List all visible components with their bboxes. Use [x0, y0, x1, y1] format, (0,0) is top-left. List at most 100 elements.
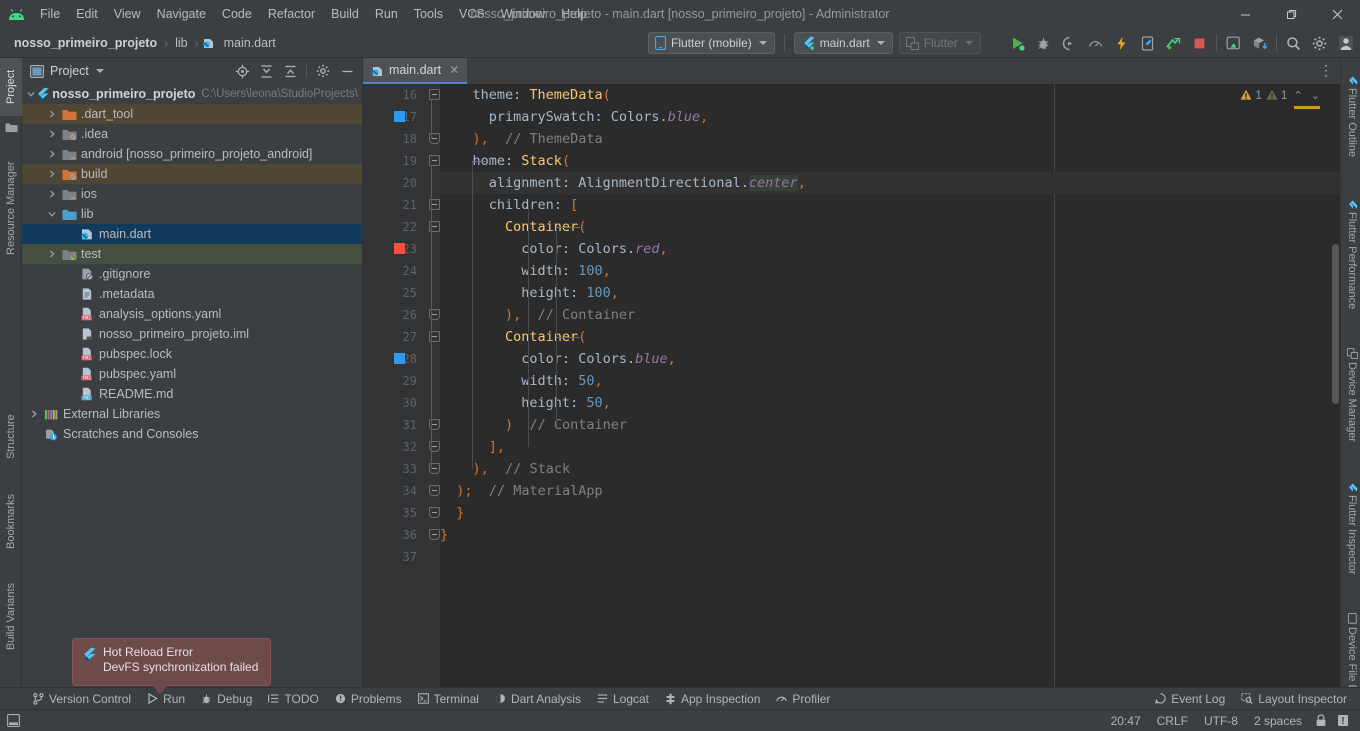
editor-options-icon[interactable]: ⋮ — [1319, 62, 1334, 79]
menu-file[interactable]: File — [32, 4, 68, 24]
tree-node[interactable]: nosso_primeiro_projeto.iml — [22, 324, 362, 344]
fold-gutter[interactable] — [423, 84, 440, 689]
device-preview-button[interactable] — [1221, 31, 1246, 55]
minimize-button[interactable] — [1222, 0, 1268, 28]
tree-node[interactable]: .idea — [22, 124, 362, 144]
tree-node[interactable]: main.dart — [22, 224, 362, 244]
chevron-right-icon[interactable] — [44, 184, 60, 204]
sidebar-item-device-manager[interactable]: Device Manager — [1341, 336, 1360, 454]
bottom-item-logcat[interactable]: Logcat — [590, 690, 656, 708]
sidebar-item-flutter-inspector[interactable]: Flutter Inspector — [1341, 462, 1360, 594]
menu-edit[interactable]: Edit — [68, 4, 106, 24]
open-devtools-button[interactable] — [1161, 31, 1186, 55]
warning-indicator[interactable]: 1 — [1240, 88, 1262, 102]
device-selector[interactable]: Flutter (mobile) — [648, 32, 775, 54]
bottom-item-app-inspection[interactable]: App Inspection — [658, 690, 767, 708]
sidebar-item-structure[interactable]: Structure — [0, 398, 22, 476]
tab-main-dart[interactable]: main.dart ✕ — [363, 58, 468, 84]
hot-restart-button[interactable] — [1135, 31, 1160, 55]
notification-icon[interactable] — [1332, 711, 1354, 731]
lock-icon[interactable] — [1310, 711, 1332, 731]
flutter-device-dropdown[interactable]: Flutter — [898, 32, 981, 54]
hot-reload-error-notification[interactable]: Hot Reload Error DevFS synchronization f… — [72, 638, 271, 686]
tree-node[interactable]: YML analysis_options.yaml — [22, 304, 362, 324]
tree-node[interactable]: lib — [22, 204, 362, 224]
sidebar-item-bookmarks[interactable]: Bookmarks — [0, 480, 22, 562]
panel-settings-icon[interactable] — [312, 60, 334, 82]
tree-node[interactable]: External Libraries — [22, 404, 362, 424]
bottom-item-debug[interactable]: Debug — [194, 690, 259, 708]
project-tree[interactable]: nosso_primeiro_projeto C:\Users\leona\Stu… — [22, 84, 362, 689]
menu-navigate[interactable]: Navigate — [149, 4, 214, 24]
close-button[interactable] — [1314, 0, 1360, 28]
tree-node[interactable]: .dart_tool — [22, 104, 362, 124]
bottom-item-layout-inspector[interactable]: Layout Inspector — [1234, 690, 1354, 708]
tree-node[interactable]: YML pubspec.lock — [22, 344, 362, 364]
maximize-button[interactable] — [1268, 0, 1314, 28]
settings-button[interactable] — [1307, 31, 1332, 55]
fold-marker[interactable] — [429, 155, 440, 166]
previous-problem-icon[interactable]: ⌃ — [1292, 89, 1305, 102]
tree-node[interactable]: .gitignore — [22, 264, 362, 284]
tree-node[interactable]: android [nosso_primeiro_projeto_android] — [22, 144, 362, 164]
color-swatch-gutter-icon[interactable] — [394, 111, 405, 122]
profile-button[interactable] — [1083, 31, 1108, 55]
next-problem-icon[interactable]: ⌄ — [1309, 89, 1322, 102]
menu-code[interactable]: Code — [214, 4, 260, 24]
bottom-item-terminal[interactable]: Terminal — [411, 690, 486, 708]
bottom-item-version-control[interactable]: Version Control — [26, 690, 138, 708]
run-button[interactable] — [1005, 31, 1030, 55]
menu-view[interactable]: View — [106, 4, 149, 24]
color-swatch-gutter-icon[interactable] — [394, 353, 405, 364]
toggle-tool-windows-button[interactable] — [0, 714, 26, 727]
chevron-down-icon[interactable] — [95, 69, 104, 73]
fold-marker[interactable] — [429, 529, 440, 540]
sidebar-item-flutter-performance[interactable]: Flutter Performance — [1341, 180, 1360, 328]
menu-window[interactable]: Window — [493, 4, 553, 24]
account-avatar[interactable] — [1333, 31, 1358, 55]
code-content[interactable]: theme: ThemeData( primarySwatch: Colors.… — [440, 84, 1340, 689]
line-separator[interactable]: CRLF — [1149, 712, 1196, 730]
editor-vertical-scrollbar[interactable] — [1332, 244, 1339, 404]
fold-marker[interactable] — [429, 507, 440, 518]
chevron-right-icon[interactable] — [44, 244, 60, 264]
indent-setting[interactable]: 2 spaces — [1246, 712, 1310, 730]
bottom-item-event-log[interactable]: Event Log — [1148, 690, 1232, 708]
run-coverage-button[interactable] — [1057, 31, 1082, 55]
color-swatch-gutter-icon[interactable] — [394, 243, 405, 254]
tree-node[interactable]: test — [22, 244, 362, 264]
breadcrumb-file[interactable]: main.dart — [220, 34, 280, 52]
caret-position[interactable]: 20:47 — [1103, 712, 1149, 730]
sidebar-item-flutter-outline[interactable]: Flutter Outline — [1341, 60, 1360, 172]
tree-node[interactable]: ios — [22, 184, 362, 204]
bottom-item-dart-analysis[interactable]: Dart Analysis — [488, 690, 588, 708]
chevron-right-icon[interactable] — [44, 124, 60, 144]
hot-reload-button[interactable] — [1109, 31, 1134, 55]
select-opened-file-icon[interactable] — [231, 60, 253, 82]
menu-vcs[interactable]: VCS — [451, 4, 493, 24]
expand-all-icon[interactable] — [255, 60, 277, 82]
tree-node[interactable]: MD README.md — [22, 384, 362, 404]
menu-run[interactable]: Run — [367, 4, 406, 24]
chevron-right-icon[interactable] — [44, 164, 60, 184]
sidebar-item-project[interactable]: Project — [0, 58, 22, 116]
search-everywhere-button[interactable] — [1281, 31, 1306, 55]
file-encoding[interactable]: UTF-8 — [1196, 712, 1246, 730]
chevron-right-icon[interactable] — [44, 104, 60, 124]
breadcrumb-project[interactable]: nosso_primeiro_projeto — [10, 34, 161, 52]
weak-warning-indicator[interactable]: 1 — [1266, 88, 1288, 102]
menu-build[interactable]: Build — [323, 4, 367, 24]
menu-refactor[interactable]: Refactor — [260, 4, 323, 24]
chevron-down-icon[interactable] — [44, 204, 60, 224]
bottom-item-problems[interactable]: Problems — [328, 690, 409, 708]
tree-node[interactable]: build — [22, 164, 362, 184]
tree-node[interactable]: Scratches and Consoles — [22, 424, 362, 444]
fold-marker[interactable] — [429, 89, 440, 100]
tree-node[interactable]: YML pubspec.yaml — [22, 364, 362, 384]
stop-button[interactable] — [1187, 31, 1212, 55]
hide-panel-icon[interactable] — [336, 60, 358, 82]
chevron-right-icon[interactable] — [26, 404, 42, 424]
tree-node[interactable]: nosso_primeiro_projeto C:\Users\leona\Stu… — [22, 84, 362, 104]
menu-tools[interactable]: Tools — [406, 4, 451, 24]
install-button[interactable] — [1247, 31, 1272, 55]
